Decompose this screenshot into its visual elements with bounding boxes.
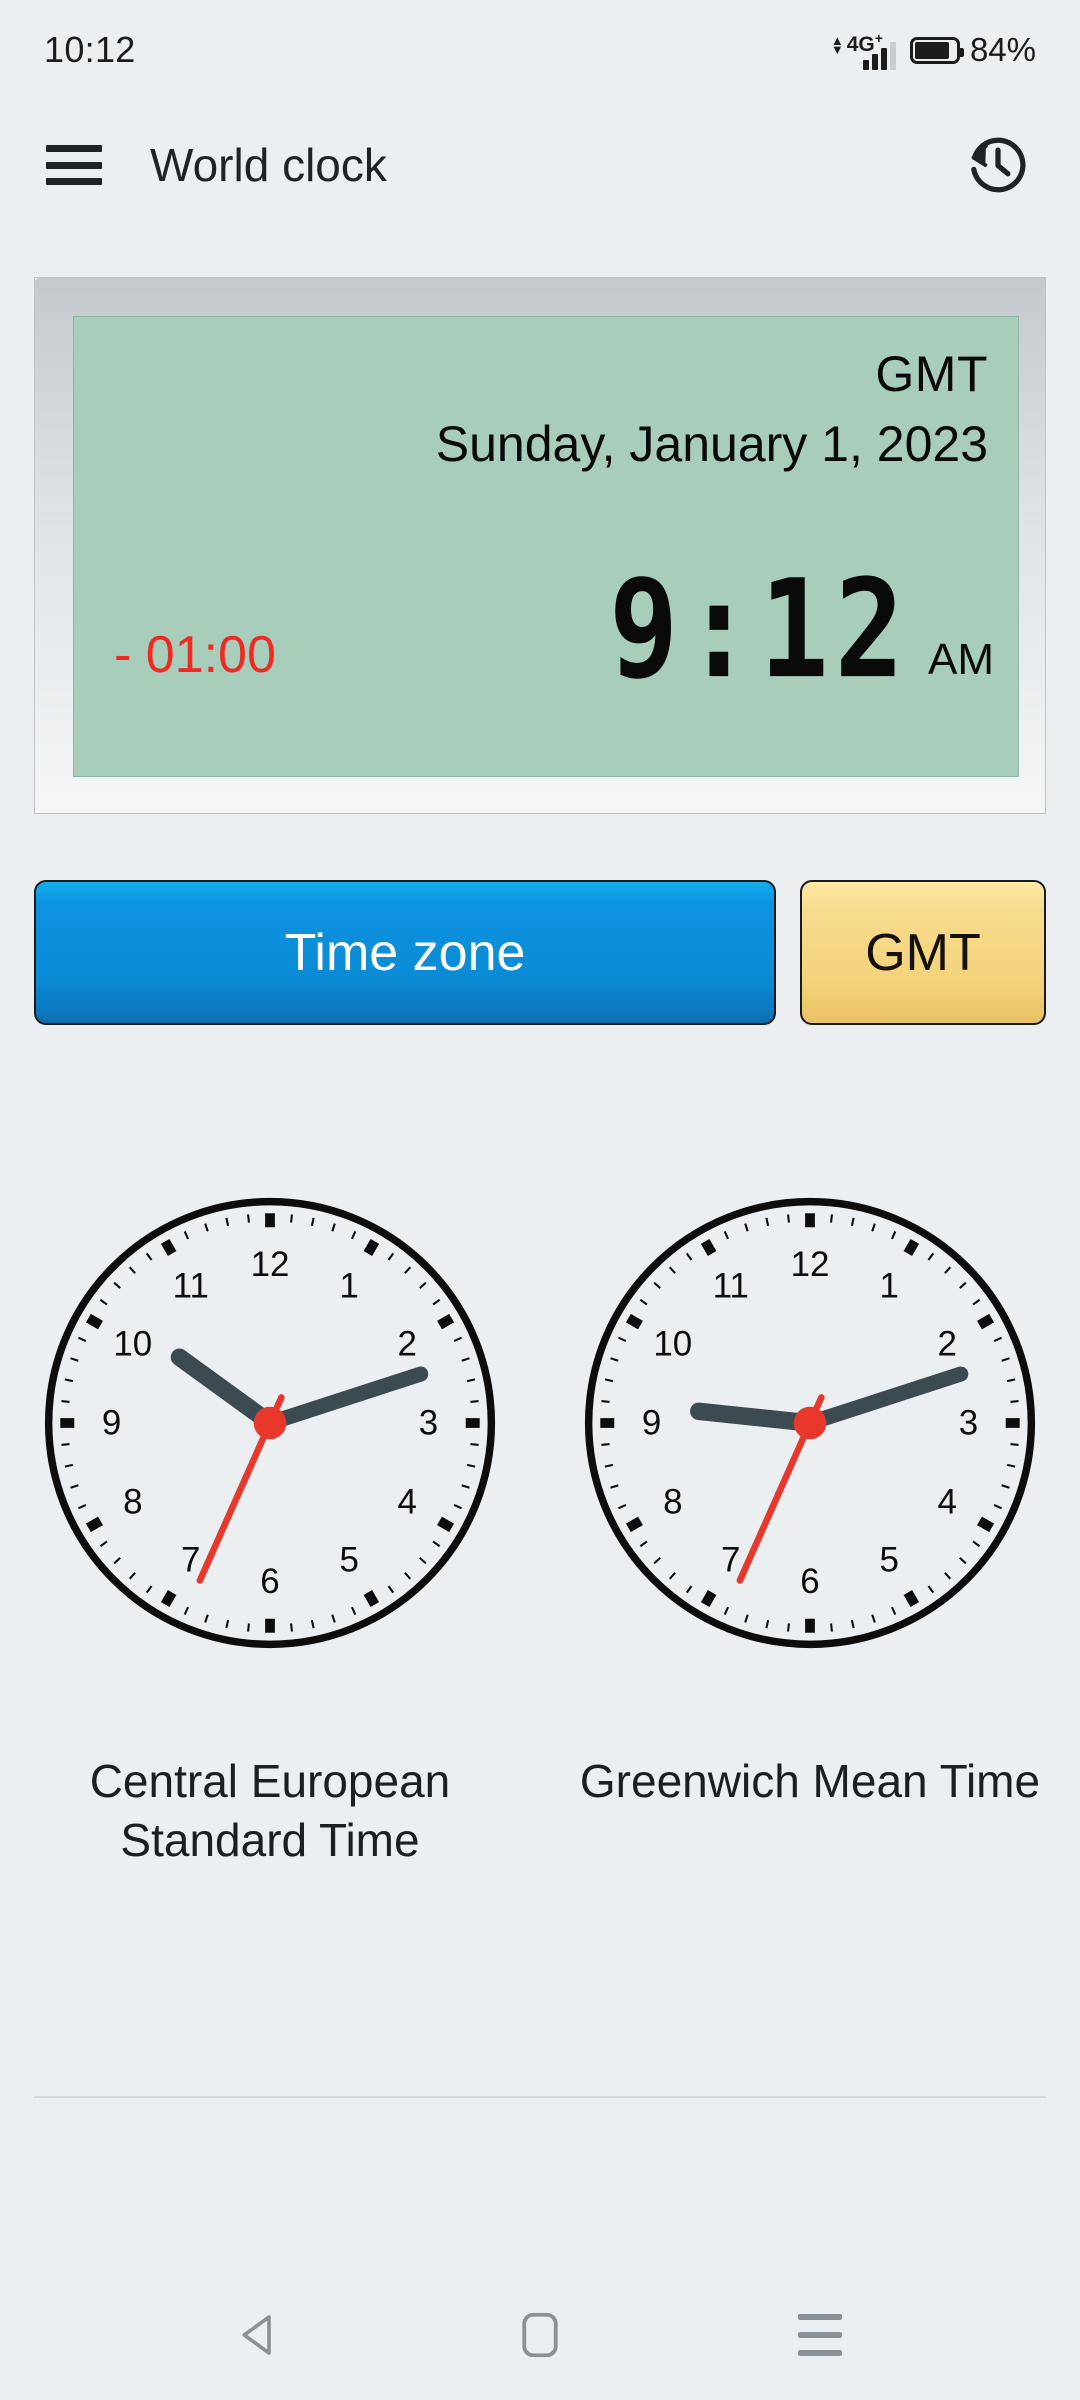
battery-percent-label: 84% — [969, 31, 1036, 68]
lcd-meridiem: AM — [928, 635, 994, 684]
lcd-date: Sunday, January 1, 2023 — [435, 416, 988, 472]
data-updown-icon: ▲ ▼ — [830, 33, 844, 57]
svg-text:6: 6 — [800, 1562, 819, 1601]
gmt-button[interactable]: GMT — [800, 880, 1046, 1025]
analog-clock-face-0[interactable]: 12 12 3 45 6 78 9 10 11 — [37, 1190, 503, 1656]
status-bar-icons: ▲ ▼ 4G + 84% — [831, 30, 1036, 70]
system-navigation-bar — [0, 2270, 1080, 2400]
svg-text:9: 9 — [642, 1404, 661, 1443]
app-screen: 10:12 ▲ ▼ 4G + 84% World clock GMT Sunda… — [0, 0, 1080, 2400]
svg-text:10: 10 — [113, 1324, 152, 1363]
app-bar: World clock — [0, 100, 1080, 230]
svg-text:4: 4 — [937, 1483, 956, 1522]
svg-text:7: 7 — [721, 1541, 740, 1580]
analog-clock-face-1[interactable]: 12 12 3 45 6 78 9 10 11 — [577, 1190, 1043, 1656]
svg-text:12: 12 — [251, 1245, 290, 1284]
svg-text:5: 5 — [880, 1541, 899, 1580]
status-bar-clock: 10:12 — [44, 29, 136, 70]
status-bar: 10:12 ▲ ▼ 4G + 84% — [0, 0, 1080, 100]
svg-text:11: 11 — [173, 1266, 209, 1305]
clock-label-0: Central European Standard Time — [89, 1755, 451, 1866]
svg-text:2: 2 — [937, 1324, 956, 1363]
svg-text:3: 3 — [419, 1404, 438, 1443]
svg-text:4: 4 — [397, 1483, 416, 1522]
lcd-utc-offset: - 01:00 — [114, 626, 276, 684]
clock-cell-1: 12 1 2 3 4 5 6 7 8 9 10 11 Greenwich Mean Time — [540, 1190, 1080, 1870]
svg-text:7: 7 — [181, 1541, 200, 1580]
svg-text:10: 10 — [653, 1324, 692, 1363]
svg-text:1: 1 — [880, 1266, 899, 1305]
recents-hamburger-icon[interactable] — [760, 2290, 880, 2380]
page-title: World clock — [150, 139, 387, 191]
clock-label-1: Greenwich Mean Time — [579, 1755, 1041, 1807]
network-indicator: ▲ ▼ 4G + — [831, 30, 896, 70]
hamburger-menu-icon[interactable] — [46, 145, 102, 185]
section-divider — [34, 2096, 1046, 2098]
svg-text:1: 1 — [340, 1266, 359, 1305]
svg-text:2: 2 — [397, 1324, 416, 1363]
svg-text:3: 3 — [959, 1404, 978, 1443]
gmt-button-label: GMT — [865, 923, 981, 982]
svg-text:5: 5 — [340, 1541, 359, 1580]
lcd-screen[interactable]: GMT Sunday, January 1, 2023 - 01:00 9:12… — [73, 316, 1019, 777]
battery-icon — [909, 36, 964, 64]
svg-text:9: 9 — [102, 1404, 121, 1443]
lcd-time-group: 9:12 AM — [609, 562, 994, 698]
lcd-digital-time: 9:12 — [609, 551, 910, 710]
time-zone-button-label: Time zone — [284, 923, 526, 982]
svg-text:11: 11 — [713, 1266, 749, 1305]
history-clock-icon[interactable] — [962, 129, 1034, 201]
lcd-timezone-abbr: GMT — [875, 346, 988, 402]
lcd-bezel: GMT Sunday, January 1, 2023 - 01:00 9:12… — [34, 277, 1046, 814]
signal-bars-icon — [862, 42, 896, 70]
analog-clock-row: 12 1 2 3 4 5 6 7 8 9 10 11 Central European Standar… — [0, 1190, 1080, 1870]
clock-cell-0: 12 1 2 3 4 5 6 7 8 9 10 11 Central European Standar… — [0, 1190, 540, 1870]
action-button-row: Time zone GMT — [34, 880, 1046, 1025]
svg-text:8: 8 — [123, 1483, 142, 1522]
time-zone-button[interactable]: Time zone — [34, 880, 776, 1025]
back-triangle-icon[interactable] — [200, 2290, 320, 2380]
svg-text:12: 12 — [791, 1245, 830, 1284]
home-square-icon[interactable] — [480, 2290, 600, 2380]
svg-text:6: 6 — [260, 1562, 279, 1601]
svg-text:8: 8 — [663, 1483, 682, 1522]
